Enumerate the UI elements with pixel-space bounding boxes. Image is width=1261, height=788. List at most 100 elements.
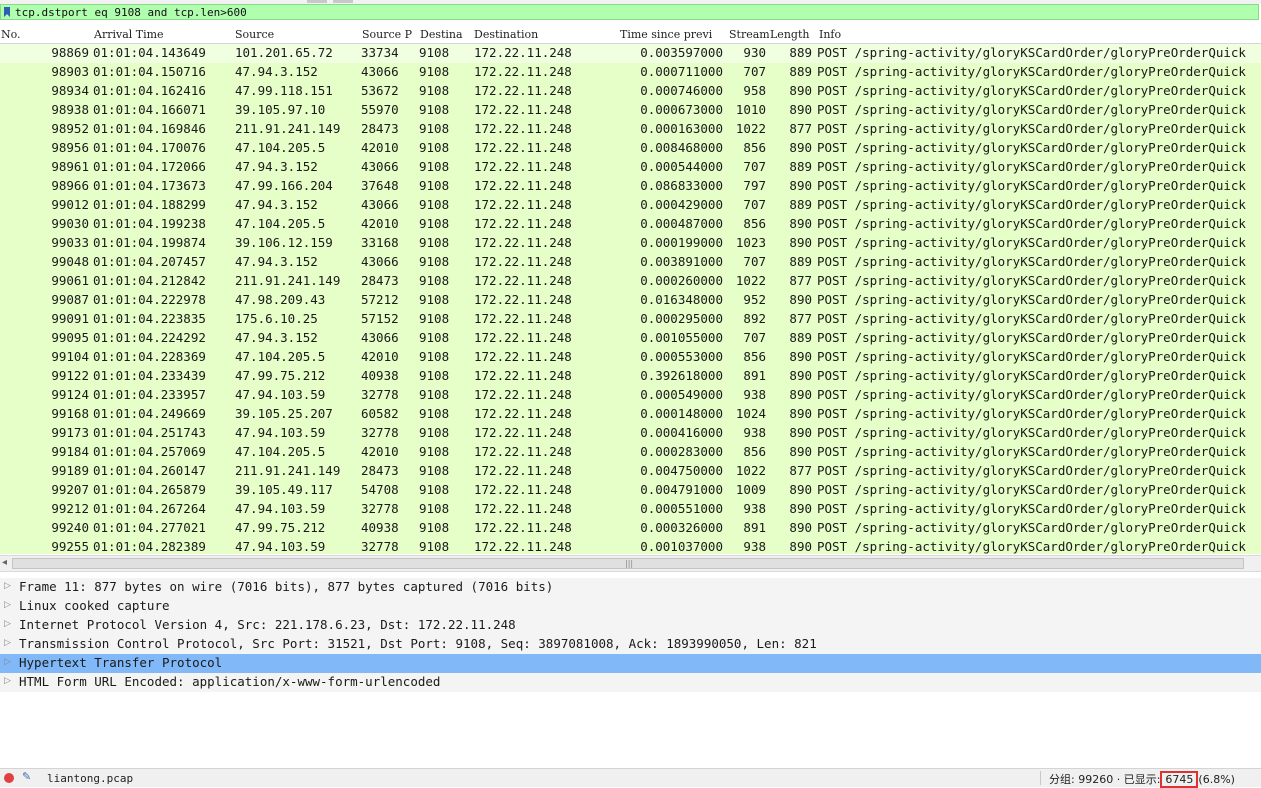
display-filter-input[interactable]: [15, 5, 1245, 19]
packet-row[interactable]: 99030 01:01:04.199238 47.104.205.5 42010…: [0, 215, 1261, 234]
cell-destination: 172.22.11.248: [474, 520, 572, 535]
cell-no: 99091: [51, 311, 89, 326]
cell-no: 98952: [51, 121, 89, 136]
cell-arrival-time: 01:01:04.265879: [93, 482, 206, 497]
cell-source-port: 37648: [361, 178, 399, 193]
packet-row[interactable]: 99124 01:01:04.233957 47.94.103.59 32778…: [0, 386, 1261, 405]
packet-row[interactable]: 98903 01:01:04.150716 47.94.3.152 43066 …: [0, 63, 1261, 82]
cell-no: 98956: [51, 140, 89, 155]
expand-triangle-icon[interactable]: ▷: [4, 657, 11, 667]
packet-row[interactable]: 98961 01:01:04.172066 47.94.3.152 43066 …: [0, 158, 1261, 177]
packet-row[interactable]: 98956 01:01:04.170076 47.104.205.5 42010…: [0, 139, 1261, 158]
packet-row[interactable]: 99184 01:01:04.257069 47.104.205.5 42010…: [0, 443, 1261, 462]
col-header-length[interactable]: Length: [770, 28, 814, 41]
cell-info: POST /spring-activity/gloryKSCardOrder/g…: [817, 121, 1246, 136]
detail-row-form-urlencoded[interactable]: ▷ HTML Form URL Encoded: application/x-w…: [0, 673, 1261, 692]
packet-row[interactable]: 99033 01:01:04.199874 39.106.12.159 3316…: [0, 234, 1261, 253]
cell-source-port: 42010: [361, 444, 399, 459]
packet-row[interactable]: 99012 01:01:04.188299 47.94.3.152 43066 …: [0, 196, 1261, 215]
scroll-left-arrow-icon[interactable]: ◂: [2, 557, 7, 568]
cell-no: 98966: [51, 178, 89, 193]
packet-row[interactable]: 99087 01:01:04.222978 47.98.209.43 57212…: [0, 291, 1261, 310]
col-header-info[interactable]: Info: [819, 28, 879, 41]
cell-source: 47.98.209.43: [235, 292, 326, 307]
packet-row[interactable]: 99168 01:01:04.249669 39.105.25.207 6058…: [0, 405, 1261, 424]
cell-info: POST /spring-activity/gloryKSCardOrder/g…: [817, 501, 1246, 516]
packet-row[interactable]: 98966 01:01:04.173673 47.99.166.204 3764…: [0, 177, 1261, 196]
cell-time-since-previous: 0.086833000: [640, 178, 723, 193]
packet-row[interactable]: 99212 01:01:04.267264 47.94.103.59 32778…: [0, 500, 1261, 519]
cell-source-port: 43066: [361, 330, 399, 345]
packet-row[interactable]: 98938 01:01:04.166071 39.105.97.10 55970…: [0, 101, 1261, 120]
packet-row[interactable]: 99173 01:01:04.251743 47.94.103.59 32778…: [0, 424, 1261, 443]
packet-row[interactable]: 99048 01:01:04.207457 47.94.3.152 43066 …: [0, 253, 1261, 272]
packet-row[interactable]: 98869 01:01:04.143649 101.201.65.72 3373…: [0, 44, 1261, 63]
cell-no: 99048: [51, 254, 89, 269]
packet-row[interactable]: 99255 01:01:04.282389 47.94.103.59 32778…: [0, 538, 1261, 554]
cell-time-since-previous: 0.000260000: [640, 273, 723, 288]
bookmark-icon[interactable]: [4, 7, 10, 17]
cell-length: 889: [789, 330, 812, 345]
packet-row[interactable]: 99240 01:01:04.277021 47.99.75.212 40938…: [0, 519, 1261, 538]
packet-row[interactable]: 99091 01:01:04.223835 175.6.10.25 57152 …: [0, 310, 1261, 329]
col-header-arrival-time[interactable]: Arrival Time: [94, 28, 229, 41]
packet-row[interactable]: 99095 01:01:04.224292 47.94.3.152 43066 …: [0, 329, 1261, 348]
col-header-time-since-previous[interactable]: Time since previ: [620, 28, 724, 41]
packet-counts[interactable]: 分组: 99260 · 已显示: 6745 (6.8%): [1049, 771, 1235, 788]
cell-arrival-time: 01:01:04.282389: [93, 539, 206, 554]
horizontal-scrollbar[interactable]: ◂ |||: [0, 555, 1261, 572]
packet-row[interactable]: 99122 01:01:04.233439 47.99.75.212 40938…: [0, 367, 1261, 386]
cell-info: POST /spring-activity/gloryKSCardOrder/g…: [817, 539, 1246, 554]
col-header-destination-port[interactable]: Destina: [420, 28, 470, 41]
cell-arrival-time: 01:01:04.277021: [93, 520, 206, 535]
cell-source: 47.94.103.59: [235, 539, 326, 554]
detail-row-linux-cooked[interactable]: ▷ Linux cooked capture: [0, 597, 1261, 616]
cell-no: 99030: [51, 216, 89, 231]
col-header-destination[interactable]: Destination: [474, 28, 614, 41]
scrollbar-thumb[interactable]: |||: [12, 558, 1244, 569]
cell-source-port: 42010: [361, 216, 399, 231]
cell-destination: 172.22.11.248: [474, 444, 572, 459]
cell-time-since-previous: 0.001055000: [640, 330, 723, 345]
toolbar-button[interactable]: [333, 0, 353, 3]
cell-length: 890: [789, 292, 812, 307]
packet-row[interactable]: 99061 01:01:04.212842 211.91.241.149 284…: [0, 272, 1261, 291]
toolbar-button[interactable]: [307, 0, 327, 3]
col-header-source[interactable]: Source: [235, 28, 355, 41]
expand-triangle-icon[interactable]: ▷: [4, 600, 11, 610]
expand-triangle-icon[interactable]: ▷: [4, 676, 11, 686]
col-header-no[interactable]: No.: [1, 28, 41, 41]
cell-time-since-previous: 0.003597000: [640, 45, 723, 60]
packet-row[interactable]: 99189 01:01:04.260147 211.91.241.149 284…: [0, 462, 1261, 481]
cell-length: 890: [789, 406, 812, 421]
cell-source-port: 43066: [361, 159, 399, 174]
detail-row-http[interactable]: ▷ Hypertext Transfer Protocol: [0, 654, 1261, 673]
expand-triangle-icon[interactable]: ▷: [4, 619, 11, 629]
col-header-stream[interactable]: Stream: [729, 28, 769, 41]
cell-info: POST /spring-activity/gloryKSCardOrder/g…: [817, 197, 1246, 212]
cell-no: 98869: [51, 45, 89, 60]
packet-row[interactable]: 99104 01:01:04.228369 47.104.205.5 42010…: [0, 348, 1261, 367]
expand-triangle-icon[interactable]: ▷: [4, 638, 11, 648]
cell-source: 47.99.75.212: [235, 368, 326, 383]
cell-no: 99212: [51, 501, 89, 516]
cell-length: 890: [789, 140, 812, 155]
cell-stream: 930: [743, 45, 766, 60]
capture-filename: liantong.pcap: [47, 772, 134, 785]
packet-row[interactable]: 99207 01:01:04.265879 39.105.49.117 5470…: [0, 481, 1261, 500]
edit-comment-icon[interactable]: ✎: [22, 770, 31, 783]
cell-destination-port: 9108: [419, 444, 450, 459]
packet-row[interactable]: 98934 01:01:04.162416 47.99.118.151 5367…: [0, 82, 1261, 101]
capture-status-icon[interactable]: [4, 773, 14, 783]
detail-row-frame[interactable]: ▷ Frame 11: 877 bytes on wire (7016 bits…: [0, 578, 1261, 597]
col-header-source-port[interactable]: Source P: [362, 28, 416, 41]
cell-no: 99255: [51, 539, 89, 554]
packet-row[interactable]: 98952 01:01:04.169846 211.91.241.149 284…: [0, 120, 1261, 139]
detail-row-ipv4[interactable]: ▷ Internet Protocol Version 4, Src: 221.…: [0, 616, 1261, 635]
detail-row-label: Hypertext Transfer Protocol: [19, 655, 223, 670]
packet-list[interactable]: 98869 01:01:04.143649 101.201.65.72 3373…: [0, 44, 1261, 554]
cell-source-port: 43066: [361, 197, 399, 212]
detail-row-tcp[interactable]: ▷ Transmission Control Protocol, Src Por…: [0, 635, 1261, 654]
expand-triangle-icon[interactable]: ▷: [4, 581, 11, 591]
cell-stream: 1023: [735, 235, 766, 250]
